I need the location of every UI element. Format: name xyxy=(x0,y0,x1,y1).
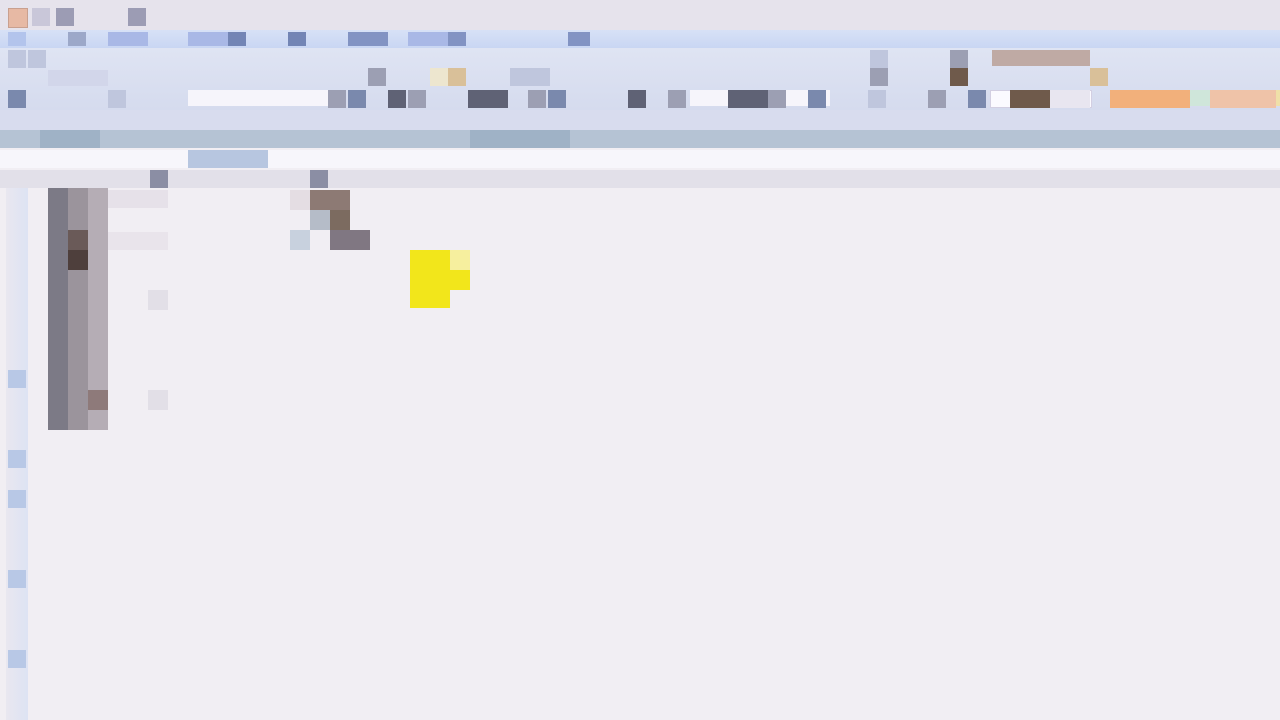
find-select-icon[interactable] xyxy=(1050,90,1090,108)
column-header-band xyxy=(0,130,1280,148)
row-selector-marker-5[interactable] xyxy=(8,650,26,668)
figure-bar-middle xyxy=(68,188,88,430)
quick-access-toolbar xyxy=(32,8,74,26)
indent-icon[interactable] xyxy=(528,90,546,108)
sort-filter-icon[interactable] xyxy=(1010,90,1050,108)
row-selector-marker-4[interactable] xyxy=(8,570,26,588)
cell-style-bad[interactable] xyxy=(992,50,1090,66)
tab-home[interactable] xyxy=(68,32,86,46)
formula-bar[interactable] xyxy=(0,110,1280,130)
outdent-icon[interactable] xyxy=(548,90,566,108)
cursor-arrow-base xyxy=(330,230,370,250)
row-selector-marker[interactable] xyxy=(8,370,26,388)
border-icon[interactable] xyxy=(348,90,366,108)
tab-data[interactable] xyxy=(288,32,306,46)
column-header-row xyxy=(0,170,1280,188)
italic-icon[interactable] xyxy=(108,90,126,108)
ribbon-tab-strip xyxy=(0,30,1280,48)
figure-label-4 xyxy=(148,390,168,410)
percent-icon[interactable] xyxy=(870,68,888,86)
yellow-highlight-tip xyxy=(450,270,470,290)
cell-style-accent-peach[interactable] xyxy=(1210,90,1276,108)
align-center-icon[interactable] xyxy=(408,90,426,108)
yellow-highlight-icon xyxy=(410,250,450,308)
cell-style-accent-orange[interactable] xyxy=(1110,90,1190,108)
figure-label-2 xyxy=(108,232,168,250)
figure-patch-bottom xyxy=(88,390,108,410)
cut-icon[interactable] xyxy=(28,50,46,68)
figure-label-3 xyxy=(148,290,168,310)
column-selector-icon[interactable] xyxy=(150,170,168,188)
cursor-arrow-top xyxy=(310,190,350,210)
tab-view[interactable] xyxy=(408,32,448,46)
file-tab[interactable] xyxy=(8,32,26,46)
delete-cells-icon[interactable] xyxy=(868,90,886,108)
column-marker-a xyxy=(40,130,100,148)
decimal-decrease-icon[interactable] xyxy=(768,90,786,108)
row-selector-marker-3[interactable] xyxy=(8,490,26,508)
cursor-arrow-stem xyxy=(330,210,350,230)
tab-addins[interactable] xyxy=(568,32,590,46)
qat-undo-icon[interactable] xyxy=(56,8,74,26)
font-color-icon[interactable] xyxy=(388,90,406,108)
column-marker-b xyxy=(470,130,570,148)
figure-label-1 xyxy=(108,190,168,208)
fill-color-icon[interactable] xyxy=(430,68,448,86)
row-selector-marker-2[interactable] xyxy=(8,450,26,468)
cell-style-neutral-swatch[interactable] xyxy=(1090,68,1108,86)
tab-insert[interactable] xyxy=(108,32,148,46)
ribbon-row-middle xyxy=(0,68,1280,108)
title-bar xyxy=(0,0,1280,30)
yellow-highlight-corner xyxy=(450,250,470,270)
app-icon[interactable] xyxy=(8,8,28,28)
figure-dark-patch xyxy=(68,250,88,270)
ribbon-row-top xyxy=(0,48,1280,68)
bold-icon[interactable] xyxy=(368,68,386,86)
decimal-increase-icon[interactable] xyxy=(728,90,768,108)
format-table-icon[interactable] xyxy=(950,68,968,86)
cursor-arrow-shade xyxy=(290,230,310,250)
ribbon-row-bottom xyxy=(0,88,1280,110)
tab-formulas[interactable] xyxy=(228,32,246,46)
merge-center-icon[interactable] xyxy=(468,90,508,108)
column-selector-icon-2[interactable] xyxy=(310,170,328,188)
paste-icon[interactable] xyxy=(8,50,26,68)
cursor-arrow-edge xyxy=(290,190,310,210)
qat-customize-icon[interactable] xyxy=(128,8,146,26)
tab-developer[interactable] xyxy=(448,32,466,46)
active-sheet-tab[interactable] xyxy=(188,150,268,168)
comma-icon[interactable] xyxy=(668,90,686,108)
align-left-icon[interactable] xyxy=(510,68,550,86)
tab-page-layout[interactable] xyxy=(188,32,228,46)
figure-bar-left xyxy=(48,188,68,430)
insert-cells-icon[interactable] xyxy=(808,90,826,108)
cursor-arrow-mid xyxy=(310,210,330,230)
qat-save-icon[interactable] xyxy=(32,8,50,26)
ribbon xyxy=(0,48,1280,110)
currency-icon[interactable] xyxy=(628,90,646,108)
autosum-icon[interactable] xyxy=(968,90,986,108)
font-name-box[interactable] xyxy=(48,70,108,86)
figure-dark-patch-2 xyxy=(68,230,88,250)
highlight-color-icon[interactable] xyxy=(448,68,466,86)
underline-icon[interactable] xyxy=(328,90,346,108)
format-cells-icon[interactable] xyxy=(928,90,946,108)
spreadsheet-window xyxy=(0,0,1280,720)
number-format-icon[interactable] xyxy=(870,50,888,68)
conditional-format-icon[interactable] xyxy=(950,50,968,68)
tab-review[interactable] xyxy=(348,32,388,46)
format-painter-icon[interactable] xyxy=(8,90,26,108)
